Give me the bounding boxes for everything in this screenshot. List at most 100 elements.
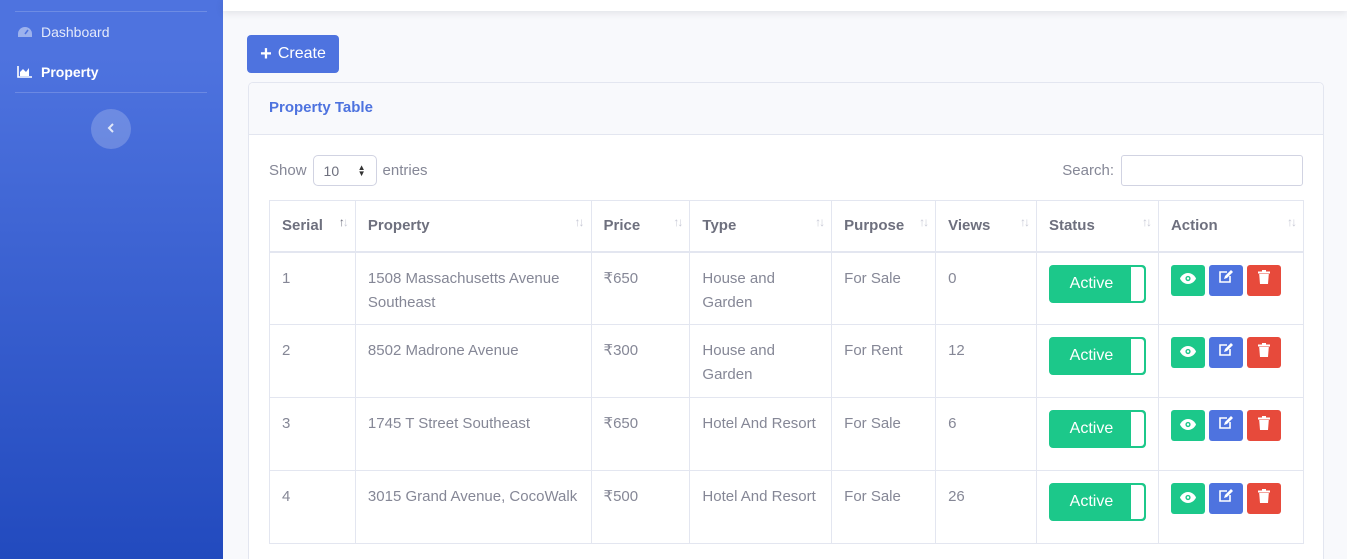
cell-serial: 2 xyxy=(269,324,356,398)
toggle-knob xyxy=(1130,266,1144,301)
eye-icon xyxy=(1179,341,1196,365)
sort-icon: ↑↓ xyxy=(574,215,585,229)
column-header-serial[interactable]: Serial ↑↓ xyxy=(269,200,356,253)
sidebar-divider xyxy=(15,11,207,12)
cell-serial: 4 xyxy=(269,470,356,544)
trash-icon xyxy=(1257,487,1270,511)
column-header-status[interactable]: Status ↑↓ xyxy=(1035,200,1159,253)
trash-icon xyxy=(1257,414,1270,438)
plus-icon: + xyxy=(260,43,272,65)
cell-purpose: For Sale xyxy=(831,397,937,471)
create-button[interactable]: + Create xyxy=(247,35,339,73)
entries-length-control: Show 10 ▲ ▼ entries xyxy=(269,155,428,186)
table-row: 3 1745 T Street Southeast ₹650 Hotel And… xyxy=(269,397,1305,471)
cell-type: House and Garden xyxy=(689,251,833,325)
sidebar-divider xyxy=(15,92,207,93)
cell-purpose: For Rent xyxy=(831,324,937,398)
cell-property: 1745 T Street Southeast xyxy=(354,397,592,471)
entries-label: entries xyxy=(382,162,428,179)
edit-button[interactable] xyxy=(1208,410,1243,441)
sidebar-item-label: Dashboard xyxy=(41,24,110,40)
cell-actions xyxy=(1157,251,1305,325)
edit-icon xyxy=(1218,487,1234,511)
column-header-purpose[interactable]: Purpose ↑↓ xyxy=(831,200,937,253)
sidebar-toggle-button[interactable] xyxy=(91,109,131,149)
column-header-views[interactable]: Views ↑↓ xyxy=(935,200,1037,253)
sort-icon: ↑↓ xyxy=(1141,215,1152,229)
view-button[interactable] xyxy=(1170,337,1205,368)
entries-select[interactable]: 10 ▲ ▼ xyxy=(312,155,377,186)
property-table-card: Property Table Show 10 ▲ ▼ entries Search… xyxy=(248,82,1324,559)
table-row: 2 8502 Madrone Avenue ₹300 House and Gar… xyxy=(269,324,1305,398)
toggle-knob xyxy=(1130,485,1144,519)
cell-type: House and Garden xyxy=(689,324,833,398)
status-label: Active xyxy=(1069,347,1114,364)
column-header-property[interactable]: Property ↑↓ xyxy=(354,200,592,253)
toggle-knob xyxy=(1130,339,1144,373)
column-header-price[interactable]: Price ↑↓ xyxy=(590,200,691,253)
property-table: Serial ↑↓ Property ↑↓ Price ↑↓ Type ↑↓ Purpo… xyxy=(269,200,1305,544)
trash-icon xyxy=(1257,268,1270,292)
cell-serial: 1 xyxy=(269,251,356,325)
eye-icon xyxy=(1179,414,1196,438)
cell-views: 0 xyxy=(935,251,1037,325)
cell-price: ₹500 xyxy=(590,470,691,544)
column-header-type[interactable]: Type ↑↓ xyxy=(689,200,833,253)
delete-button[interactable] xyxy=(1246,483,1281,514)
status-toggle[interactable]: Active xyxy=(1048,337,1146,375)
table-row: 4 3015 Grand Avenue, CocoWalk ₹500 Hotel… xyxy=(269,470,1305,544)
eye-icon xyxy=(1179,268,1196,292)
entries-select-value: 10 xyxy=(323,162,340,179)
table-row: 1 1508 Massachusetts Avenue Southeast ₹6… xyxy=(269,251,1305,325)
cell-purpose: For Sale xyxy=(831,470,937,544)
edit-icon xyxy=(1218,414,1234,438)
toggle-knob xyxy=(1130,412,1144,446)
chevron-left-icon xyxy=(107,120,115,138)
cell-views: 6 xyxy=(935,397,1037,471)
cell-actions xyxy=(1157,324,1305,398)
search-label: Search: xyxy=(1062,162,1114,179)
sort-icon: ↑↓ xyxy=(1019,215,1030,229)
edit-button[interactable] xyxy=(1208,483,1243,514)
select-arrows-icon: ▲ ▼ xyxy=(357,162,366,178)
sidebar-item-label: Property xyxy=(41,64,99,80)
sidebar-item-dashboard[interactable]: Dashboard xyxy=(16,24,110,40)
cell-property: 1508 Massachusetts Avenue Southeast xyxy=(354,251,592,325)
status-label: Active xyxy=(1069,420,1114,437)
edit-button[interactable] xyxy=(1208,264,1243,296)
delete-button[interactable] xyxy=(1246,337,1281,368)
edit-button[interactable] xyxy=(1208,337,1243,368)
column-header-action[interactable]: Action ↑↓ xyxy=(1157,200,1305,253)
trash-icon xyxy=(1257,341,1270,365)
status-toggle[interactable]: Active xyxy=(1048,410,1146,448)
status-label: Active xyxy=(1069,274,1114,292)
edit-icon xyxy=(1218,268,1234,292)
sort-icon: ↑↓ xyxy=(673,215,683,229)
view-button[interactable] xyxy=(1170,483,1205,514)
sidebar: Dashboard Property xyxy=(0,0,223,559)
search-input[interactable] xyxy=(1121,155,1303,186)
cell-views: 12 xyxy=(935,324,1037,398)
cell-property: 8502 Madrone Avenue xyxy=(354,324,592,398)
card-header: Property Table xyxy=(249,83,1323,135)
status-toggle[interactable]: Active xyxy=(1048,483,1146,521)
cell-price: ₹650 xyxy=(590,251,691,325)
cell-property: 3015 Grand Avenue, CocoWalk xyxy=(354,470,592,544)
cell-purpose: For Sale xyxy=(831,251,937,325)
cell-status: Active xyxy=(1035,324,1159,398)
tachometer-icon xyxy=(16,25,33,39)
view-button[interactable] xyxy=(1170,264,1205,296)
sort-icon: ↑↓ xyxy=(338,215,349,229)
status-label: Active xyxy=(1069,493,1114,510)
edit-icon xyxy=(1218,341,1234,365)
cell-status: Active xyxy=(1035,397,1159,471)
view-button[interactable] xyxy=(1170,410,1205,441)
cell-actions xyxy=(1157,397,1305,471)
sort-icon: ↑↓ xyxy=(1287,215,1297,229)
delete-button[interactable] xyxy=(1246,410,1281,441)
show-label: Show xyxy=(269,162,307,179)
delete-button[interactable] xyxy=(1246,264,1281,296)
topbar xyxy=(223,0,1347,11)
sidebar-item-property[interactable]: Property xyxy=(16,64,99,80)
status-toggle[interactable]: Active xyxy=(1048,264,1146,303)
